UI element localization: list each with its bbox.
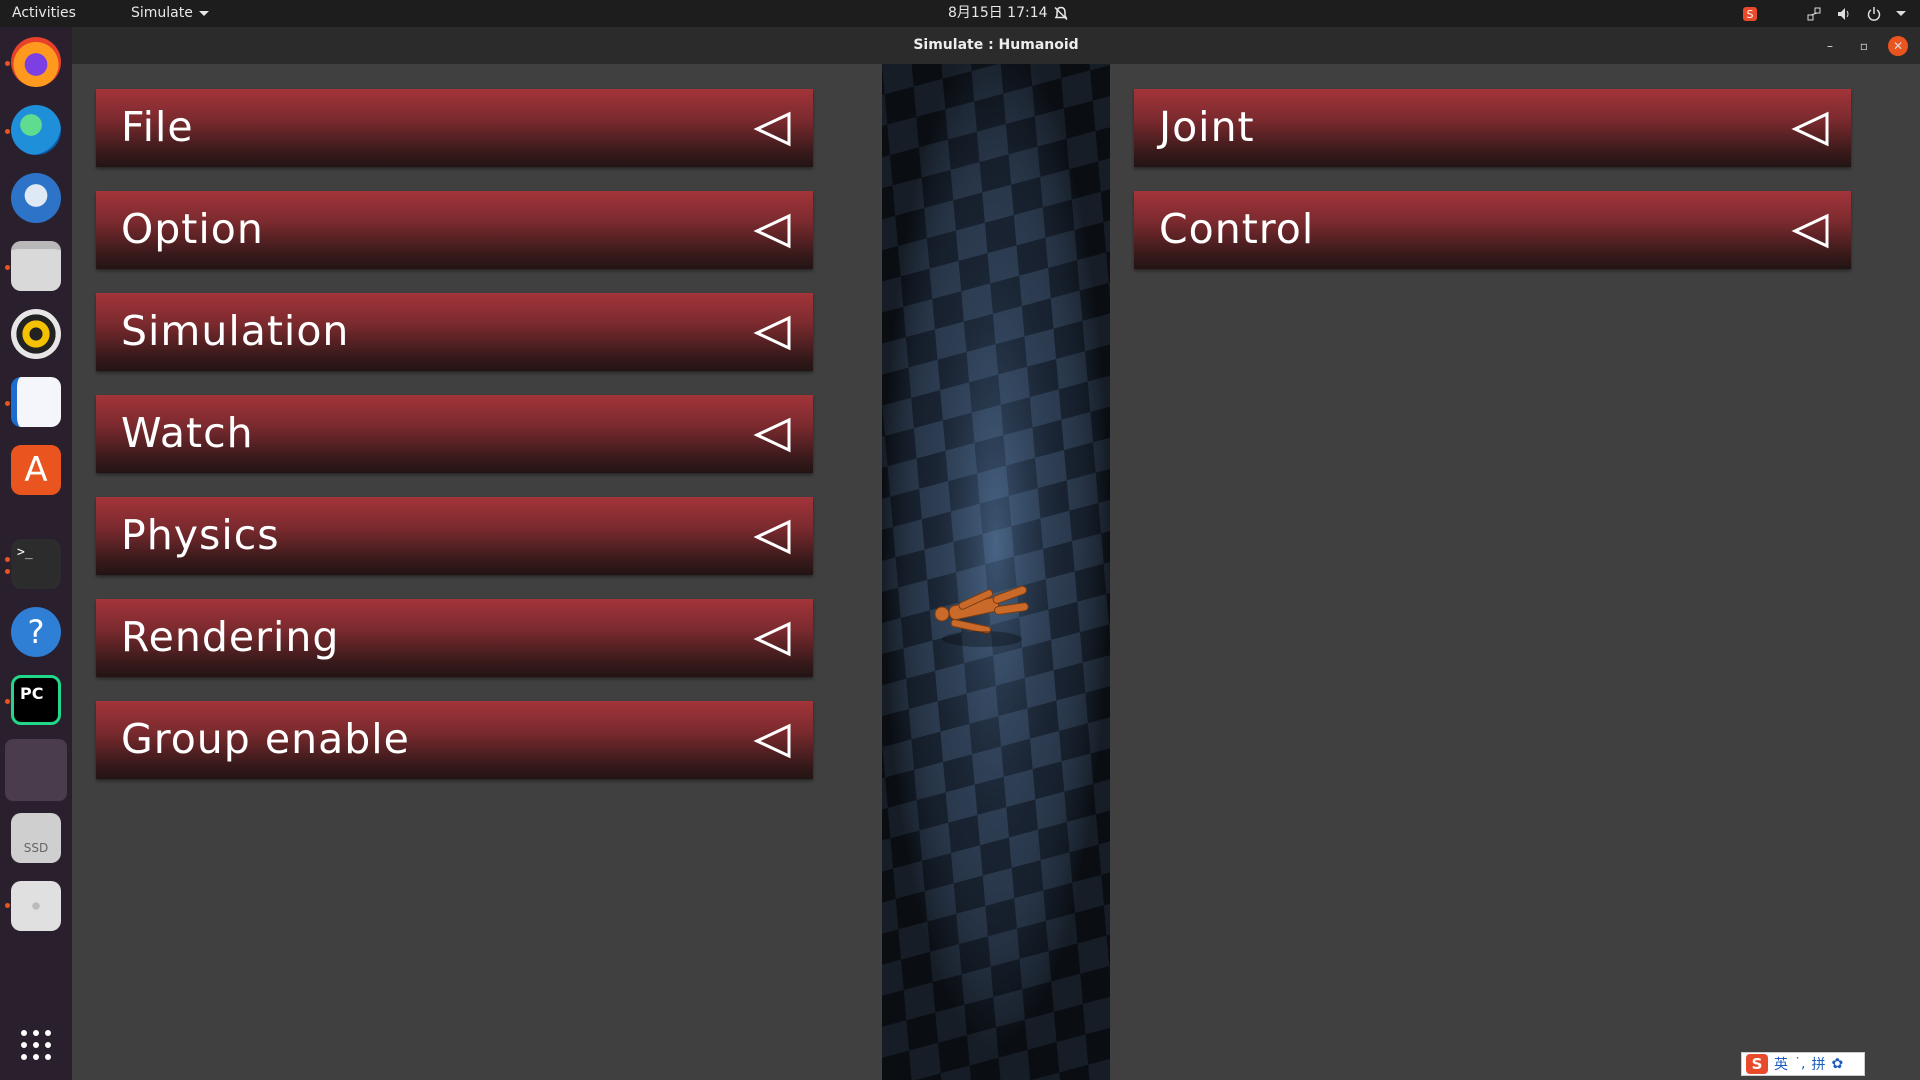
- section-label: Control: [1159, 205, 1315, 253]
- section-option[interactable]: Option: [96, 191, 813, 269]
- section-physics[interactable]: Physics: [96, 497, 813, 575]
- running-indicator: [5, 61, 10, 66]
- simulate-window: Simulate : Humanoid – ▫ ✕ File Option Si…: [72, 27, 1920, 1080]
- active-app-icon[interactable]: [5, 739, 67, 801]
- triangle-left-icon: [753, 111, 791, 147]
- network-icon[interactable]: [1806, 6, 1822, 22]
- section-label: Rendering: [121, 613, 340, 661]
- chevron-down-icon[interactable]: [1896, 11, 1906, 16]
- ime-mode-toggle[interactable]: 英: [1774, 1054, 1788, 1074]
- rhythmbox-icon[interactable]: [11, 309, 61, 359]
- section-label: Simulation: [121, 307, 350, 355]
- terminal-icon[interactable]: >_: [11, 539, 61, 589]
- pycharm-icon[interactable]: PC: [11, 675, 61, 725]
- show-apps-icon[interactable]: [20, 1029, 52, 1061]
- activities-button[interactable]: Activities: [12, 0, 76, 27]
- running-indicator: [5, 265, 10, 270]
- sogou-logo-icon[interactable]: S: [1746, 1054, 1768, 1074]
- system-tray: S: [1742, 0, 1906, 27]
- running-indicator: [5, 401, 10, 406]
- section-joint[interactable]: Joint: [1134, 89, 1851, 167]
- section-rendering[interactable]: Rendering: [96, 599, 813, 677]
- running-indicator: [5, 903, 10, 908]
- app-center-icon[interactable]: A: [11, 445, 61, 495]
- section-watch[interactable]: Watch: [96, 395, 813, 473]
- simulate-content: File Option Simulation Watch Physics Ren…: [72, 64, 1920, 1080]
- section-file[interactable]: File: [96, 89, 813, 167]
- notifications-off-icon[interactable]: [1053, 0, 1069, 27]
- window-titlebar[interactable]: Simulate : Humanoid – ▫ ✕: [72, 27, 1920, 64]
- sogou-tray-icon[interactable]: S: [1742, 6, 1758, 22]
- running-indicator: [5, 557, 10, 562]
- thunderbird-icon[interactable]: [11, 173, 61, 223]
- top-bar: Activities Simulate 8月15日 17:14 S: [0, 0, 1920, 27]
- section-label: Group enable: [121, 715, 410, 763]
- writer-icon[interactable]: [11, 377, 61, 427]
- triangle-left-icon: [753, 315, 791, 351]
- section-label: Physics: [121, 511, 280, 559]
- svg-text:S: S: [1747, 8, 1754, 21]
- triangle-left-icon: [753, 621, 791, 657]
- chevron-down-icon: [198, 10, 209, 16]
- help-icon[interactable]: ?: [11, 607, 61, 657]
- triangle-left-icon: [753, 417, 791, 453]
- volume-icon[interactable]: [1836, 6, 1852, 22]
- settings-icon[interactable]: ✿: [1831, 1056, 1843, 1072]
- close-button[interactable]: ✕: [1888, 36, 1908, 56]
- window-title: Simulate : Humanoid: [913, 37, 1079, 53]
- section-group-enable[interactable]: Group enable: [96, 701, 813, 779]
- disc-drive-icon[interactable]: [11, 881, 61, 931]
- ssd-drive-icon[interactable]: SSD: [11, 813, 61, 863]
- clock[interactable]: 8月15日 17:14: [948, 0, 1048, 27]
- running-indicator: [5, 699, 10, 704]
- app-menu-label: Simulate: [131, 5, 193, 21]
- firefox-icon[interactable]: [11, 37, 61, 87]
- triangle-left-icon: [753, 723, 791, 759]
- triangle-left-icon: [1791, 111, 1829, 147]
- files-icon[interactable]: [11, 241, 61, 291]
- triangle-left-icon: [753, 213, 791, 249]
- section-simulation[interactable]: Simulation: [96, 293, 813, 371]
- minimize-button[interactable]: –: [1820, 36, 1840, 56]
- dock: A >_ ? PC SSD: [0, 27, 72, 1080]
- section-label: Watch: [121, 409, 254, 457]
- triangle-left-icon: [753, 519, 791, 555]
- app-menu[interactable]: Simulate: [131, 0, 209, 27]
- running-indicator: [5, 129, 10, 134]
- ime-status-bar[interactable]: S 英 ˙, 拼 ✿: [1741, 1052, 1865, 1076]
- ime-input-method[interactable]: 拼: [1811, 1054, 1825, 1074]
- checkerboard-floor: [882, 64, 1110, 1080]
- edge-icon[interactable]: [11, 105, 61, 155]
- running-indicator: [5, 569, 10, 574]
- triangle-left-icon: [1791, 213, 1829, 249]
- ime-punctuation-toggle[interactable]: ˙,: [1794, 1056, 1805, 1072]
- section-label: Option: [121, 205, 264, 253]
- section-label: Joint: [1159, 103, 1255, 151]
- section-label: File: [121, 103, 194, 151]
- section-control[interactable]: Control: [1134, 191, 1851, 269]
- maximize-button[interactable]: ▫: [1854, 36, 1874, 56]
- simulation-viewport[interactable]: [882, 64, 1110, 1080]
- power-icon[interactable]: [1866, 6, 1882, 22]
